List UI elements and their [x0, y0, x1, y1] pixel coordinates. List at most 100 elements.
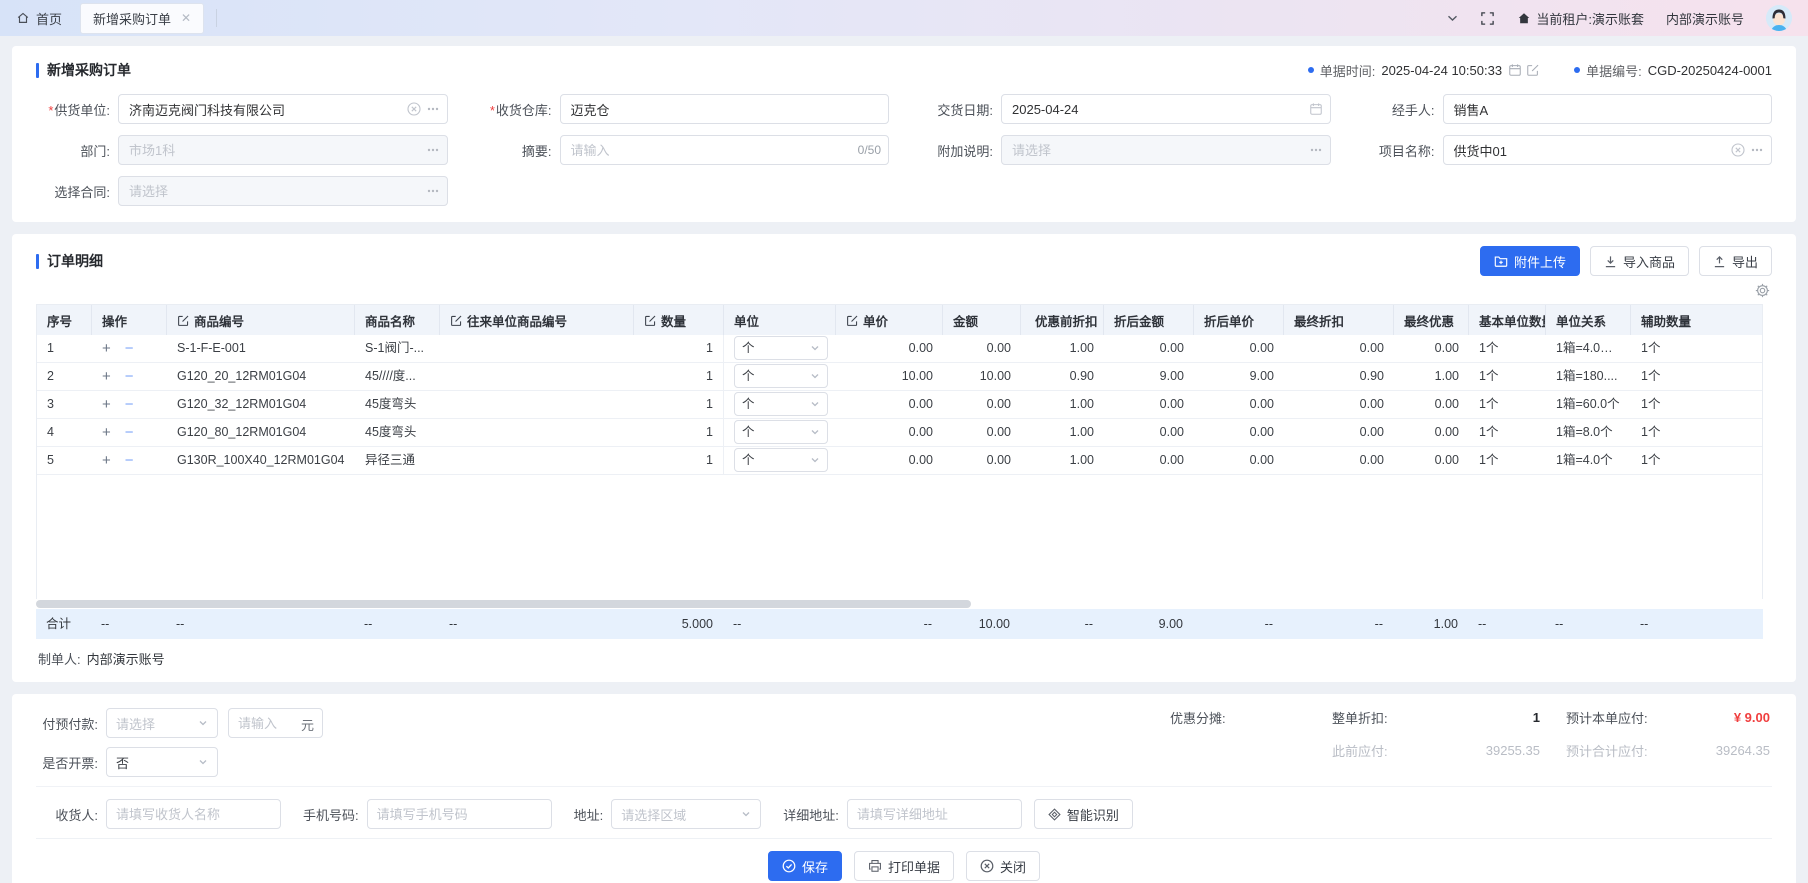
cell-price: 10.00: [836, 363, 943, 390]
caret-down-icon[interactable]: [1447, 14, 1458, 22]
address-detail-input[interactable]: [847, 799, 1022, 829]
cell-amount: 0.00: [943, 335, 1021, 362]
previous-payable-value: 39255.35: [1440, 743, 1540, 758]
detail-title-block: 订单明细: [36, 251, 103, 271]
close-button[interactable]: 关闭: [966, 851, 1040, 881]
add-row-icon[interactable]: +: [102, 397, 111, 412]
summary-cell: 1.00: [1393, 609, 1468, 639]
cell-unit_relation: 1箱=8.0个: [1546, 419, 1631, 446]
table-row: 4+−G120_80_12RM01G0445度弯头1个0.000.001.000…: [37, 419, 1762, 447]
more-icon[interactable]: [1750, 143, 1764, 157]
avatar[interactable]: [1766, 5, 1792, 31]
order-detail-card: 订单明细 附件上传 导入商品 导出 序号操作商品编号商: [12, 234, 1796, 682]
discount-share-label: 优惠分摊:: [1170, 708, 1290, 727]
remove-row-icon[interactable]: −: [125, 397, 134, 412]
add-row-icon[interactable]: +: [102, 341, 111, 356]
cell-unit_relation: 1箱=60.0个: [1546, 391, 1631, 418]
cell-base_qty: 1个: [1469, 419, 1546, 446]
field-department: 部门:: [36, 135, 448, 165]
prepay-label: 付预付款:: [36, 714, 106, 733]
account-name[interactable]: 内部演示账号: [1666, 9, 1744, 28]
fullscreen-icon[interactable]: [1480, 11, 1495, 26]
cell-qty: 1: [634, 419, 724, 446]
dot-icon: [1308, 67, 1314, 73]
import-products-button[interactable]: 导入商品: [1590, 246, 1689, 276]
close-icon[interactable]: ✕: [181, 12, 191, 24]
chevron-down-icon: [810, 399, 820, 409]
export-button[interactable]: 导出: [1699, 246, 1772, 276]
handler-input[interactable]: [1443, 94, 1773, 124]
gear-icon[interactable]: [1755, 283, 1770, 298]
save-label: 保存: [802, 857, 828, 876]
unit-cell: 个: [724, 363, 836, 390]
more-icon[interactable]: [1309, 143, 1323, 157]
calendar-icon[interactable]: [1508, 63, 1522, 77]
unit-select[interactable]: 个: [734, 420, 828, 444]
doc-number: 单据编号: CGD-20250424-0001: [1574, 61, 1772, 80]
contract-input[interactable]: [118, 176, 448, 206]
unit-select[interactable]: 个: [734, 448, 828, 472]
required-mark: *: [490, 103, 495, 118]
nav-home-tab[interactable]: 首页: [16, 9, 62, 28]
unit-select[interactable]: 个: [734, 336, 828, 360]
print-button[interactable]: 打印单据: [854, 851, 954, 881]
tab-new-purchase-order[interactable]: 新增采购订单 ✕: [80, 3, 204, 34]
attachment-upload-button[interactable]: 附件上传: [1480, 246, 1580, 276]
page-title: 新增采购订单: [47, 60, 131, 80]
unit-select[interactable]: 个: [734, 392, 828, 416]
summary-cell: 10.00: [942, 609, 1020, 639]
horizontal-scrollbar[interactable]: [36, 599, 1763, 609]
delivery-date-input[interactable]: [1001, 94, 1331, 124]
invoice-select[interactable]: 否: [106, 747, 218, 777]
remove-row-icon[interactable]: −: [125, 341, 134, 356]
department-input[interactable]: [118, 135, 448, 165]
field-warehouse: *收货仓库:: [478, 94, 890, 124]
cell-aux_qty: 1个: [1631, 391, 1764, 418]
cell-base_qty: 1个: [1469, 363, 1546, 390]
warehouse-input[interactable]: [560, 94, 890, 124]
add-row-icon[interactable]: +: [102, 369, 111, 384]
smart-recognition-button[interactable]: 智能识别: [1034, 799, 1133, 829]
delivery-date-label: 交货日期:: [937, 103, 993, 118]
more-icon[interactable]: [426, 184, 440, 198]
add-row-icon[interactable]: +: [102, 453, 111, 468]
expected-payable-value: ¥ 9.00: [1660, 710, 1770, 725]
more-icon[interactable]: [426, 102, 440, 116]
calendar-icon[interactable]: [1309, 102, 1323, 116]
extra-note-input[interactable]: [1001, 135, 1331, 165]
summary-input[interactable]: [560, 135, 890, 165]
scrollbar-thumb[interactable]: [36, 600, 971, 608]
current-tenant[interactable]: 当前租户:演示账套: [1517, 9, 1644, 28]
char-counter: 0/50: [858, 143, 881, 157]
supplier-input[interactable]: [118, 94, 448, 124]
cell-partner_code: [440, 447, 634, 474]
address-select[interactable]: 请选择区域: [611, 799, 761, 829]
edit-time-icon[interactable]: [1526, 63, 1540, 77]
phone-input[interactable]: [367, 799, 552, 829]
check-circle-icon: [782, 859, 796, 873]
add-row-icon[interactable]: +: [102, 425, 111, 440]
summary-cell: 9.00: [1103, 609, 1193, 639]
row-actions: +−: [92, 363, 167, 390]
receiver-input[interactable]: [106, 799, 281, 829]
table-header-row: 序号操作商品编号商品名称往来单位商品编号数量单位单价金额优惠前折扣折后金额折后单…: [37, 305, 1762, 335]
summary-cell: --: [1468, 609, 1545, 639]
clear-circle-icon[interactable]: [1731, 143, 1745, 157]
home-tab-label: 首页: [36, 9, 62, 28]
save-button[interactable]: 保存: [768, 851, 842, 881]
project-input[interactable]: [1443, 135, 1773, 165]
unit-select[interactable]: 个: [734, 364, 828, 388]
remove-row-icon[interactable]: −: [125, 453, 134, 468]
invoice-label: 是否开票:: [36, 753, 106, 772]
prepay-select[interactable]: 请选择: [106, 708, 218, 738]
clear-circle-icon[interactable]: [407, 102, 421, 116]
maker-value: 内部演示账号: [87, 652, 165, 667]
chevron-down-icon: [198, 718, 208, 728]
remove-row-icon[interactable]: −: [125, 369, 134, 384]
print-label: 打印单据: [888, 857, 940, 876]
cell-final_coupon: 1.00: [1394, 363, 1469, 390]
remove-row-icon[interactable]: −: [125, 425, 134, 440]
cell-final_discount: 0.00: [1284, 335, 1394, 362]
summary-cell: 5.000: [633, 609, 723, 639]
more-icon[interactable]: [426, 143, 440, 157]
